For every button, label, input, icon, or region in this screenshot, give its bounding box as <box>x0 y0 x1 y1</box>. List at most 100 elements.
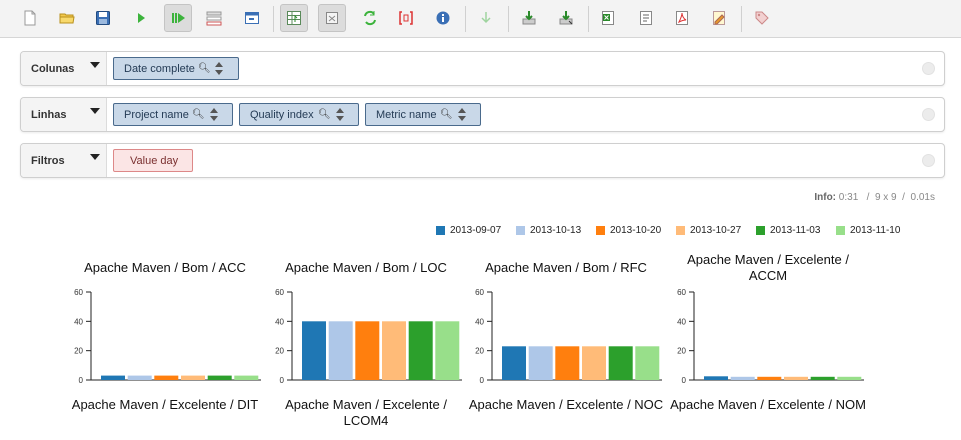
export-down-alt-icon[interactable] <box>552 4 580 32</box>
legend-swatch <box>676 226 685 235</box>
y-tick-label: 20 <box>475 347 484 356</box>
chart-bar[interactable] <box>234 375 259 380</box>
y-tick-label: 60 <box>677 288 686 297</box>
chevron-down-icon[interactable] <box>90 62 100 68</box>
y-tick-label: 20 <box>677 347 686 356</box>
chart-bar[interactable] <box>355 321 380 380</box>
sort-icon[interactable] <box>210 108 219 122</box>
chart-title: Apache Maven / Excelente / DIT <box>71 397 259 412</box>
legend-label: 2013-09-07 <box>450 225 502 236</box>
rows-label-text: Linhas <box>31 109 67 121</box>
search-icon[interactable]: 🔍︎ <box>198 63 211 74</box>
chart-bar[interactable] <box>154 375 179 380</box>
chart-title: Apache Maven / Excelente / LCOM4 <box>285 397 447 428</box>
chart-bar[interactable] <box>127 375 152 380</box>
sort-icon[interactable] <box>458 108 467 122</box>
chart-bar[interactable] <box>704 376 728 380</box>
legend-swatch <box>436 226 445 235</box>
y-tick-label: 60 <box>275 288 284 297</box>
auto-run-icon[interactable] <box>164 4 192 32</box>
non-empty-icon[interactable] <box>392 4 420 32</box>
field-list-icon[interactable] <box>318 4 346 32</box>
chart-bar[interactable] <box>757 376 782 380</box>
chart-bar[interactable] <box>435 321 460 380</box>
y-tick-label: 40 <box>677 317 686 326</box>
chart-bar[interactable] <box>328 321 353 380</box>
legend-label: 2013-11-10 <box>850 225 901 236</box>
chart-bar[interactable] <box>408 321 433 380</box>
clear-axis-icon[interactable] <box>922 154 935 167</box>
edit-export-icon[interactable] <box>705 4 733 32</box>
info-icon[interactable] <box>429 4 457 32</box>
chart-title: Apache Maven / Excelente / ACCM <box>687 252 849 283</box>
search-icon[interactable]: 🔍︎ <box>192 109 205 120</box>
chart-title: Apache Maven / Excelente / NOC <box>468 397 664 412</box>
chart-bar[interactable] <box>302 321 326 380</box>
chart-title: Apache Maven / Bom / RFC <box>485 260 647 275</box>
chart-bar[interactable] <box>555 346 580 380</box>
chevron-down-icon[interactable] <box>90 154 100 160</box>
search-icon[interactable]: 🔍︎ <box>440 109 453 120</box>
filters-axis-bar: Filtros Value day <box>20 143 945 178</box>
y-tick-label: 0 <box>79 376 84 385</box>
chip-label: Date complete <box>124 63 195 75</box>
chart-bar[interactable] <box>635 346 660 380</box>
toolbar <box>0 0 961 38</box>
export-down-icon[interactable] <box>515 4 543 32</box>
drillthrough-icon[interactable] <box>472 4 500 32</box>
legend-label: 2013-10-20 <box>610 225 662 236</box>
legend-swatch <box>756 226 765 235</box>
filters-axis-label[interactable]: Filtros <box>21 144 107 177</box>
y-tick-label: 20 <box>74 347 83 356</box>
chart-bar[interactable] <box>382 321 406 380</box>
chip-quality-index[interactable]: Quality index 🔍︎ <box>239 103 359 126</box>
search-icon[interactable]: 🔍︎ <box>318 109 331 120</box>
chart-bar[interactable] <box>101 375 125 380</box>
chip-date-complete[interactable]: Date complete 🔍︎ <box>113 57 239 80</box>
pdf-export-icon[interactable] <box>668 4 696 32</box>
columns-label-text: Colunas <box>31 63 75 75</box>
rows-axis-label[interactable]: Linhas <box>21 98 107 131</box>
y-tick-label: 0 <box>480 376 485 385</box>
legend-swatch <box>836 226 845 235</box>
tag-icon[interactable] <box>748 4 776 32</box>
chart-bar[interactable] <box>608 346 633 380</box>
clear-axis-icon[interactable] <box>922 108 935 121</box>
chart-bar[interactable] <box>181 375 205 380</box>
legend-swatch <box>596 226 605 235</box>
chip-value-day[interactable]: Value day <box>113 149 193 172</box>
sort-icon[interactable] <box>215 62 224 76</box>
chart-bar[interactable] <box>207 375 232 380</box>
toggle-layout-icon[interactable] <box>238 4 266 32</box>
sort-icon[interactable] <box>336 108 345 122</box>
clear-axis-icon[interactable] <box>922 62 935 75</box>
bar-chart: 0 20 40 60 <box>74 288 261 385</box>
csv-export-icon[interactable] <box>632 4 660 32</box>
chart-bar[interactable] <box>837 376 862 380</box>
save-disk-icon[interactable] <box>89 4 117 32</box>
chart-bar[interactable] <box>582 346 606 380</box>
chip-metric-name[interactable]: Metric name 🔍︎ <box>365 103 481 126</box>
hide-parents-icon[interactable] <box>200 4 228 32</box>
columns-axis-bar: Colunas Date complete 🔍︎ <box>20 51 945 86</box>
excel-export-icon[interactable] <box>594 4 622 32</box>
chart-title: Apache Maven / Excelente / NOM <box>670 397 866 412</box>
y-tick-label: 60 <box>74 288 83 297</box>
chart-bar[interactable] <box>730 376 755 380</box>
chart-bar[interactable] <box>502 346 526 380</box>
open-folder-icon[interactable] <box>53 4 81 32</box>
chart-bar[interactable] <box>784 376 808 380</box>
info-duration: 0.01s <box>910 192 935 203</box>
swap-axes-icon[interactable] <box>356 4 384 32</box>
table-view-icon[interactable] <box>280 4 308 32</box>
chip-project-name[interactable]: Project name 🔍︎ <box>113 103 233 126</box>
run-icon[interactable] <box>127 4 155 32</box>
y-tick-label: 0 <box>280 376 285 385</box>
chart-bar[interactable] <box>810 376 835 380</box>
info-size: 9 x 9 <box>874 192 897 203</box>
chart-bar[interactable] <box>528 346 553 380</box>
columns-axis-label[interactable]: Colunas <box>21 52 107 85</box>
new-document-icon[interactable] <box>16 4 44 32</box>
chevron-down-icon[interactable] <box>90 108 100 114</box>
rows-axis-bar: Linhas Project name 🔍︎ Quality index 🔍︎ … <box>20 97 945 132</box>
